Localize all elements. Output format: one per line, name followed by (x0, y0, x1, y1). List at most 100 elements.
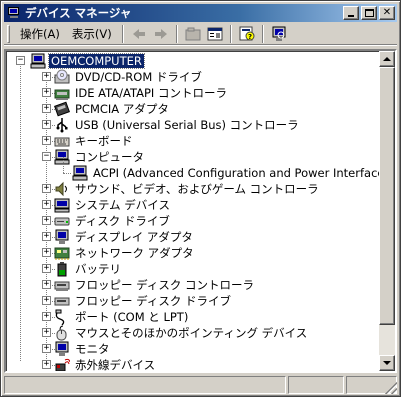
expand-icon[interactable]: + (42, 296, 51, 305)
expand-icon[interactable]: + (42, 264, 51, 273)
expand-icon[interactable]: + (42, 280, 51, 289)
menu-action[interactable]: 操作(A) (14, 24, 66, 44)
tree-item-label[interactable]: ディスプレイ アダプタ (73, 229, 195, 245)
scroll-down-button[interactable] (379, 355, 395, 371)
tree-item[interactable]: + モニタ (6, 341, 112, 357)
expand-icon[interactable]: + (42, 344, 51, 353)
tree-item-label[interactable]: IDE ATA/ATAPI コントローラ (73, 85, 229, 101)
tree-item[interactable]: + バッテリ (6, 261, 123, 277)
tree-item-label[interactable]: 赤外線デバイス (73, 357, 157, 371)
window-title: デバイス マネージャ (25, 6, 132, 20)
system-icon (54, 197, 70, 213)
arrow-down-icon (383, 361, 391, 365)
menu-view[interactable]: 表示(V) (66, 24, 118, 44)
expand-icon[interactable]: + (42, 328, 51, 337)
monitor-icon (54, 341, 70, 357)
battery-icon (54, 261, 70, 277)
tree-item-label[interactable]: PCMCIA アダプタ (73, 101, 171, 117)
collapse-icon[interactable]: − (42, 152, 51, 161)
expand-icon[interactable]: + (42, 312, 51, 321)
up-icon (185, 27, 201, 40)
expand-icon[interactable]: + (42, 88, 51, 97)
tree-item-label[interactable]: ネットワーク アダプタ (73, 245, 196, 261)
back-button[interactable] (128, 24, 150, 44)
tree-item-label[interactable]: サウンド、ビデオ、およびゲーム コントローラ (73, 181, 321, 197)
tree-item[interactable]: + フロッピー ディスク コントローラ (6, 277, 256, 293)
minimize-button[interactable] (343, 6, 359, 20)
help-button[interactable]: ? (236, 24, 258, 44)
up-button[interactable] (182, 24, 204, 44)
tree-item[interactable]: + システム デバイス (6, 197, 172, 213)
vertical-scrollbar[interactable] (379, 51, 395, 371)
status-cell-main (4, 376, 286, 394)
tree-item[interactable]: + ネットワーク アダプタ (6, 245, 196, 261)
tree-item[interactable]: + ディスプレイ アダプタ (6, 229, 195, 245)
properties-icon (207, 27, 223, 40)
tree-item[interactable]: + USB (Universal Serial Bus) コントローラ (6, 117, 301, 133)
tree-item[interactable]: − コンピュータ (6, 149, 146, 165)
floppy-icon (54, 293, 70, 309)
tree-child-item[interactable]: ACPI (Advanced Configuration and Power I… (6, 157, 395, 181)
tree-item-label[interactable]: DVD/CD-ROM ドライブ (73, 69, 204, 85)
root-collapse-icon[interactable]: − (16, 56, 25, 65)
expand-icon[interactable]: + (42, 72, 51, 81)
tree-item[interactable]: + サウンド、ビデオ、およびゲーム コントローラ (6, 181, 321, 197)
tree-item-label[interactable]: キーボード (73, 133, 135, 149)
tree-item-label[interactable]: フロッピー ディスク ドライブ (73, 293, 233, 309)
expand-icon[interactable]: + (42, 184, 51, 193)
tree-item[interactable]: + ポート (COM と LPT) (6, 309, 190, 326)
title-bar[interactable]: デバイス マネージャ ✕ (4, 4, 397, 22)
resize-grip[interactable] (385, 382, 397, 394)
expand-icon[interactable]: + (42, 136, 51, 145)
display-icon (54, 229, 70, 245)
tree-root[interactable]: − OEMCOMPUTER (6, 53, 145, 69)
tree-item-label[interactable]: ディスク ドライブ (73, 213, 172, 229)
device-tree[interactable]: − OEMCOMPUTER + DVD/CD-ROM ドライブ + IDE ATA/A… (6, 51, 395, 371)
usb-icon (54, 117, 70, 133)
tree-item[interactable]: + ディスク ドライブ (6, 213, 172, 229)
computer-icon (30, 53, 46, 69)
close-button[interactable]: ✕ (379, 6, 395, 20)
tree-item-label[interactable]: バッテリ (73, 261, 123, 277)
port-icon (54, 309, 70, 326)
tree-item[interactable]: + DVD/CD-ROM ドライブ (6, 69, 204, 85)
expand-icon[interactable]: + (42, 248, 51, 257)
tree-item-label[interactable]: マウスとそのほかのポインティング デバイス (73, 325, 309, 341)
tree-child-label[interactable]: ACPI (Advanced Configuration and Power I… (91, 166, 395, 180)
tree-root-label[interactable]: OEMCOMPUTER (48, 53, 145, 69)
forward-icon (154, 28, 167, 39)
tree-item-label[interactable]: システム デバイス (73, 197, 172, 213)
tree-item[interactable]: + マウスとそのほかのポインティング デバイス (6, 325, 309, 341)
expand-icon[interactable]: + (42, 232, 51, 241)
expand-icon[interactable]: + (42, 200, 51, 209)
tree-item[interactable]: + 赤外線デバイス (6, 357, 157, 371)
tree-item[interactable]: + IDE ATA/ATAPI コントローラ (6, 85, 229, 101)
scroll-up-button[interactable] (379, 51, 395, 67)
tree-item[interactable]: + フロッピー ディスク ドライブ (6, 293, 233, 309)
expand-icon[interactable]: + (42, 120, 51, 129)
tree-item-label[interactable]: USB (Universal Serial Bus) コントローラ (73, 117, 301, 133)
properties-button[interactable] (204, 24, 226, 44)
expand-icon[interactable]: + (42, 216, 51, 225)
tree-item-label[interactable]: フロッピー ディスク コントローラ (73, 277, 256, 293)
maximize-icon (365, 9, 374, 17)
expand-icon[interactable]: + (42, 104, 51, 113)
tree-item-label[interactable]: モニタ (73, 341, 112, 357)
pcmcia-icon (54, 101, 70, 117)
tree-item-label[interactable]: ポート (COM と LPT) (73, 309, 190, 325)
maximize-button[interactable] (361, 6, 377, 20)
toolbar-grip[interactable] (7, 24, 10, 43)
close-icon: ✕ (382, 7, 392, 18)
help-icon: ? (239, 26, 255, 41)
tree-item[interactable]: + PCMCIA アダプタ (6, 101, 171, 117)
scroll-thumb[interactable] (379, 67, 395, 325)
scan-hardware-button[interactable] (268, 24, 290, 44)
device-tree-pane[interactable]: − OEMCOMPUTER + DVD/CD-ROM ドライブ + IDE ATA/A… (4, 49, 397, 373)
sound-icon (54, 181, 70, 197)
expand-icon[interactable]: + (42, 360, 51, 369)
svg-text:?: ? (248, 33, 252, 41)
tree-child-line (63, 157, 64, 173)
tree-item-label[interactable]: コンピュータ (73, 149, 146, 165)
tree-item[interactable]: + キーボード (6, 133, 135, 149)
forward-button[interactable] (150, 24, 172, 44)
